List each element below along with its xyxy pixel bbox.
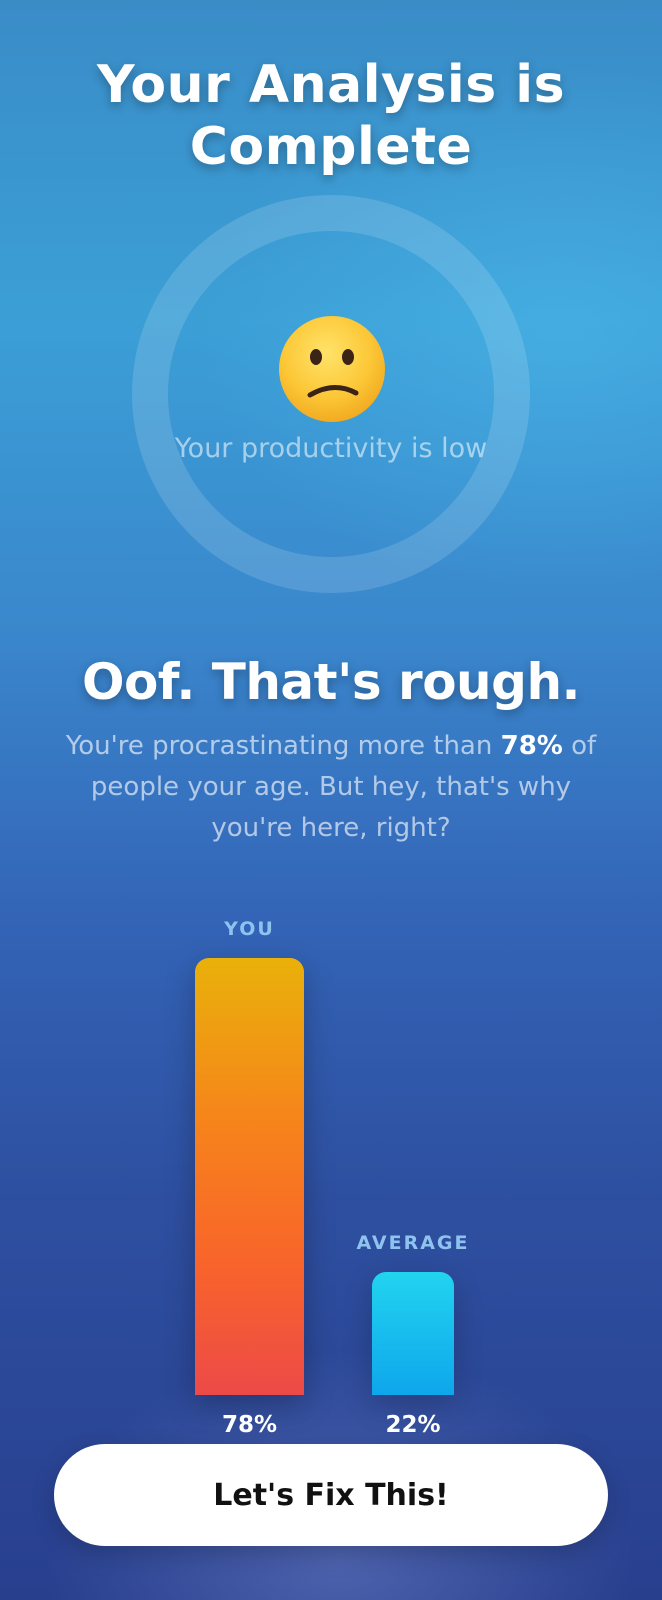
title-line-1: Your Analysis is	[96, 55, 566, 115]
result-description: You're procrastinating more than 78% of …	[50, 726, 612, 849]
bar-average	[372, 1272, 454, 1395]
page-title: Your Analysis is Complete	[0, 54, 662, 178]
bar-you	[195, 958, 304, 1395]
title-line-2: Complete	[189, 117, 473, 177]
description-text-start: You're procrastinating more than	[65, 731, 501, 761]
bar-value-average: 22%	[385, 1412, 441, 1438]
bar-label-you: YOU	[224, 918, 275, 940]
fix-this-button[interactable]: Let's Fix This!	[54, 1444, 608, 1546]
confused-face-emoji-icon	[279, 316, 385, 422]
bar-value-you: 78%	[221, 1412, 278, 1438]
description-highlight: 78%	[500, 731, 563, 761]
result-headline: Oof. That's rough.	[81, 653, 581, 711]
bar-label-average: AVERAGE	[356, 1232, 470, 1254]
productivity-caption: Your productivity is low	[174, 433, 488, 464]
